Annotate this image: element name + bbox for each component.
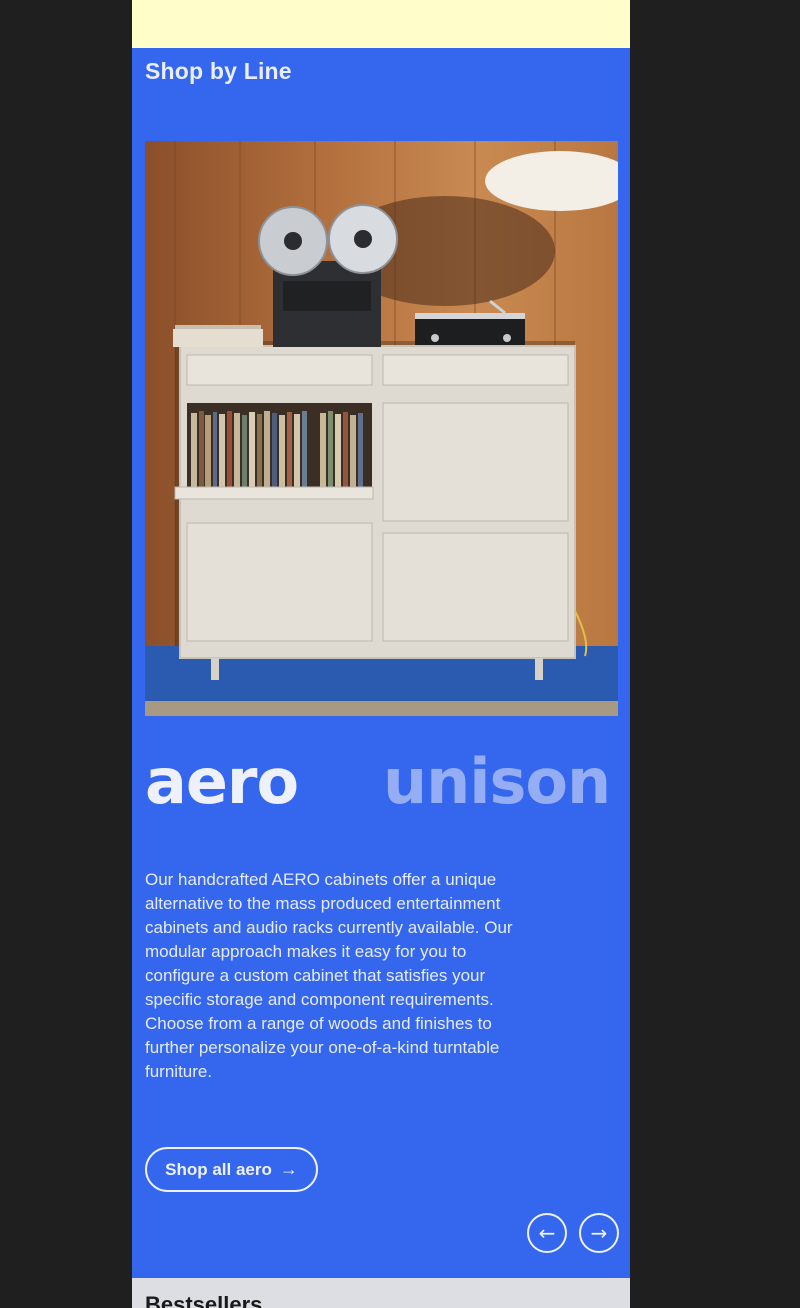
carousel-prev-button[interactable]: ←: [527, 1213, 567, 1253]
top-banner: [132, 0, 630, 48]
arrow-right-icon: →: [590, 1221, 608, 1245]
arrow-right-icon: →: [279, 1159, 298, 1179]
line-tab-aero[interactable]: aero: [145, 742, 299, 822]
hero-image: [145, 141, 618, 716]
shop-all-aero-button[interactable]: Shop all aero →: [145, 1147, 318, 1192]
bestsellers-section: Bestsellers: [132, 1278, 630, 1308]
line-tab-unison[interactable]: unison: [383, 742, 611, 822]
bestsellers-title: Bestsellers: [145, 1292, 263, 1308]
line-description: Our handcrafted AERO cabinets offer a un…: [145, 870, 513, 1081]
page: Shop by Line aero unison Our handcrafted…: [132, 0, 630, 1308]
shop-all-label: Shop all aero: [165, 1159, 272, 1179]
line-selector: aero unison: [145, 742, 625, 822]
section-title: Shop by Line: [145, 58, 292, 84]
arrow-left-icon: ←: [538, 1221, 556, 1245]
carousel-next-button[interactable]: →: [579, 1213, 619, 1253]
